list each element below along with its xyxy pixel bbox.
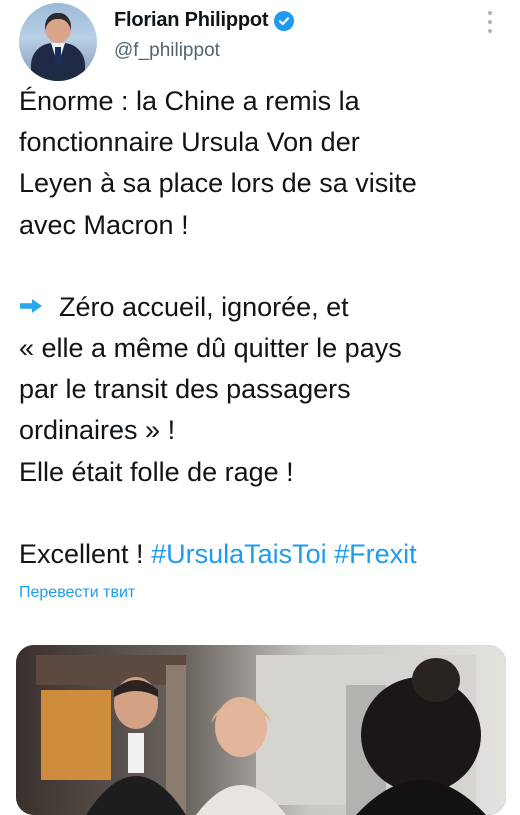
author-name-row[interactable]: Florian Philippot [114,9,295,32]
right-arrow-icon [20,298,42,313]
hashtag-link[interactable]: #UrsulaTaisToi [151,539,327,569]
hashtag-link[interactable]: #Frexit [334,539,417,569]
tweet-line: par le transit des passagers [19,374,351,405]
more-options-icon[interactable] [482,9,498,35]
avatar-head [45,13,71,43]
tweet-line: Leyen à sa place lors de sa visite [19,168,417,199]
photo-scene [16,645,506,815]
tweet-photo[interactable] [16,645,506,815]
tweet-line: Excellent ! [19,538,152,569]
tweet-line: Énorme : la Chine a remis la [19,86,360,116]
translate-tweet-link[interactable]: Перевести твит [19,584,135,602]
tweet-line: fonctionnaire Ursula Von der [19,127,360,158]
tweet-line-with-arrow: Zéro accueil, ignorée, et [19,287,509,328]
tweet-last-line: Excellent ! #UrsulaTaisToi #Frexit [19,534,509,575]
avatar-tie [55,47,61,65]
tweet-line: ordinaires » ! [19,415,176,446]
author-avatar[interactable] [19,3,97,81]
tweet-line: Zéro accueil, ignorée, et [59,291,349,322]
author-name[interactable]: Florian Philippot [114,9,269,32]
tweet-header: Florian Philippot @f_philippot [0,0,520,84]
tweet-text: Énorme : la Chine a remis la fonctionnai… [19,81,509,575]
author-handle[interactable]: @f_philippot [114,40,220,62]
tweet-line: Elle était folle de rage ! [19,456,294,487]
tweet-line: « elle a même dû quitter le pays [19,333,402,364]
verified-badge-icon [274,10,295,31]
tweet-line: avec Macron ! [19,209,189,240]
